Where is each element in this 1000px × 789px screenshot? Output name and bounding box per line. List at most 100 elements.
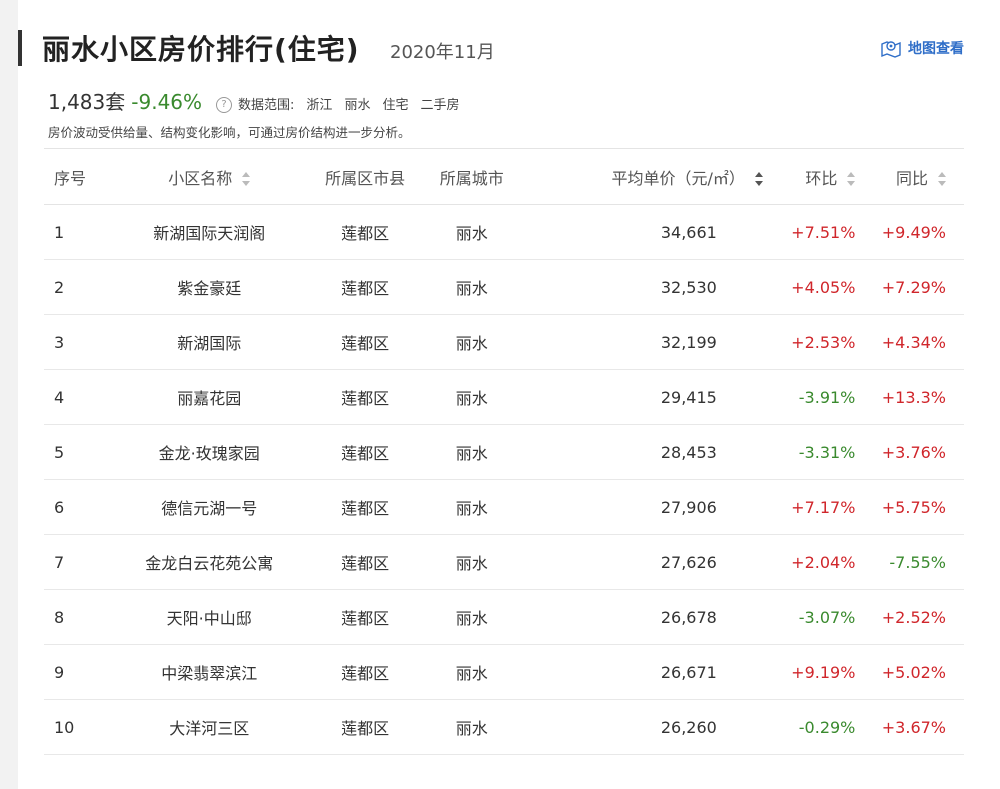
- cell-community[interactable]: 丽嘉花园: [111, 370, 308, 425]
- scope-item-type: 住宅: [382, 98, 409, 113]
- table-row[interactable]: 2 紫金豪廷 莲都区 丽水 32,530 +4.05% +7.29%: [44, 260, 964, 315]
- ranking-table: 序号 小区名称 所属区市县 所属城市 平均单价（元/㎡） 环比 同比 1 新湖国际…: [44, 148, 964, 755]
- table-row[interactable]: 1 新湖国际天润阁 莲都区 丽水 34,661 +7.51% +9.49%: [44, 205, 964, 260]
- cell-rank: 5: [54, 442, 65, 462]
- cell-yoy: +5.02%: [881, 662, 946, 682]
- cell-mom: +2.53%: [791, 332, 856, 352]
- cell-yoy: +9.49%: [881, 222, 946, 242]
- cell-city: 丽水: [455, 334, 488, 353]
- cell-city: 丽水: [455, 554, 488, 573]
- cell-price: 27,906: [660, 497, 717, 517]
- table-header-row: 序号 小区名称 所属区市县 所属城市 平均单价（元/㎡） 环比 同比: [44, 148, 964, 205]
- cell-price: 27,626: [660, 552, 717, 572]
- cell-district: 莲都区: [341, 719, 390, 738]
- cell-price: 28,453: [660, 442, 717, 462]
- cell-mom: +9.19%: [791, 662, 856, 682]
- cell-city: 丽水: [455, 664, 488, 683]
- cell-rank: 3: [54, 332, 65, 352]
- cell-district: 莲都区: [341, 224, 390, 243]
- cell-rank: 10: [54, 717, 75, 737]
- cell-district: 莲都区: [341, 554, 390, 573]
- header-district: 所属区市县: [325, 168, 406, 188]
- table-row[interactable]: 7 金龙白云花苑公寓 莲都区 丽水 27,626 +2.04% -7.55%: [44, 535, 964, 590]
- cell-yoy: +2.52%: [881, 607, 946, 627]
- table-row[interactable]: 4 丽嘉花园 莲都区 丽水 29,415 -3.91% +13.3%: [44, 370, 964, 425]
- map-pin-icon: [881, 41, 901, 58]
- cell-mom: +4.05%: [791, 277, 856, 297]
- title-accent-bar: [18, 30, 22, 66]
- cell-community[interactable]: 中梁翡翠滨江: [111, 645, 308, 700]
- header-rank: 序号: [54, 168, 87, 188]
- cell-price: 34,661: [660, 222, 717, 242]
- header-city: 所属城市: [439, 168, 504, 188]
- table-row[interactable]: 6 德信元湖一号 莲都区 丽水 27,906 +7.17% +5.75%: [44, 480, 964, 535]
- header-community[interactable]: 小区名称: [111, 149, 308, 205]
- cell-price: 29,415: [660, 387, 717, 407]
- scope-item-province: 浙江: [306, 98, 333, 113]
- cell-rank: 4: [54, 387, 65, 407]
- cell-district: 莲都区: [341, 609, 390, 628]
- header-price[interactable]: 平均单价（元/㎡）: [521, 149, 777, 205]
- cell-price: 26,678: [660, 607, 717, 627]
- sort-icon[interactable]: [754, 172, 763, 186]
- note-text: 房价波动受供给量、结构变化影响，可通过房价结构进一步分析。: [48, 125, 411, 140]
- cell-mom: -3.31%: [798, 442, 856, 462]
- cell-city: 丽水: [455, 224, 488, 243]
- cell-community[interactable]: 天阳·中山邸: [111, 590, 308, 645]
- sort-icon[interactable]: [938, 172, 946, 186]
- cell-rank: 1: [54, 222, 65, 242]
- cell-mom: -3.91%: [798, 387, 856, 407]
- cell-district: 莲都区: [341, 389, 390, 408]
- cell-community[interactable]: 新湖国际: [111, 315, 308, 370]
- cell-yoy: +7.29%: [881, 277, 946, 297]
- header-yoy[interactable]: 同比: [867, 149, 964, 205]
- table-row[interactable]: 9 中梁翡翠滨江 莲都区 丽水 26,671 +9.19% +5.02%: [44, 645, 964, 700]
- cell-price: 26,260: [660, 717, 717, 737]
- summary-line: 1,483套 -9.46% ? 数据范围: 浙江 丽水 住宅 二手房: [48, 86, 459, 115]
- table-row[interactable]: 3 新湖国际 莲都区 丽水 32,199 +2.53% +4.34%: [44, 315, 964, 370]
- scope-item-market: 二手房: [420, 98, 460, 113]
- cell-district: 莲都区: [341, 664, 390, 683]
- cell-district: 莲都区: [341, 279, 390, 298]
- table-row[interactable]: 5 金龙·玫瑰家园 莲都区 丽水 28,453 -3.31% +3.76%: [44, 425, 964, 480]
- cell-rank: 7: [54, 552, 65, 572]
- table-row[interactable]: 8 天阳·中山邸 莲都区 丽水 26,678 -3.07% +2.52%: [44, 590, 964, 645]
- cell-yoy: +3.67%: [881, 717, 946, 737]
- cell-mom: -3.07%: [798, 607, 856, 627]
- cell-city: 丽水: [455, 444, 488, 463]
- help-icon[interactable]: ?: [216, 97, 233, 113]
- cell-rank: 8: [54, 607, 65, 627]
- sort-icon[interactable]: [847, 172, 856, 186]
- cell-yoy: +3.76%: [881, 442, 946, 462]
- cell-city: 丽水: [455, 609, 488, 628]
- cell-price: 32,530: [660, 277, 717, 297]
- table-row[interactable]: 10 大洋河三区 莲都区 丽水 26,260 -0.29% +3.67%: [44, 700, 964, 755]
- cell-mom: +2.04%: [791, 552, 856, 572]
- listing-count: 1,483套: [48, 90, 126, 114]
- map-view-link[interactable]: 地图查看: [880, 38, 964, 58]
- cell-rank: 9: [54, 662, 65, 682]
- map-view-label: 地图查看: [908, 41, 964, 57]
- cell-price: 26,671: [660, 662, 717, 682]
- cell-community[interactable]: 紫金豪廷: [111, 260, 308, 315]
- cell-price: 32,199: [660, 332, 717, 352]
- cell-yoy: +13.3%: [881, 387, 946, 407]
- period-label: 2020年11月: [390, 42, 495, 63]
- cell-community[interactable]: 德信元湖一号: [111, 480, 308, 535]
- sort-icon[interactable]: [242, 172, 251, 186]
- ranking-card: 丽水小区房价排行(住宅) 2020年11月 地图查看 1,483套 -9.46%…: [18, 0, 1000, 789]
- cell-community[interactable]: 金龙白云花苑公寓: [111, 535, 308, 590]
- header-mom[interactable]: 环比: [777, 149, 868, 205]
- cell-community[interactable]: 大洋河三区: [111, 700, 308, 755]
- cell-yoy: +4.34%: [881, 332, 946, 352]
- page-title: 丽水小区房价排行(住宅): [42, 33, 360, 66]
- cell-community[interactable]: 金龙·玫瑰家园: [111, 425, 308, 480]
- cell-rank: 2: [54, 277, 65, 297]
- cell-rank: 6: [54, 497, 65, 517]
- cell-city: 丽水: [455, 499, 488, 518]
- cell-yoy: -7.55%: [889, 552, 946, 572]
- cell-community[interactable]: 新湖国际天润阁: [111, 205, 308, 260]
- cell-city: 丽水: [455, 719, 488, 738]
- cell-mom: -0.29%: [798, 717, 856, 737]
- cell-mom: +7.51%: [791, 222, 856, 242]
